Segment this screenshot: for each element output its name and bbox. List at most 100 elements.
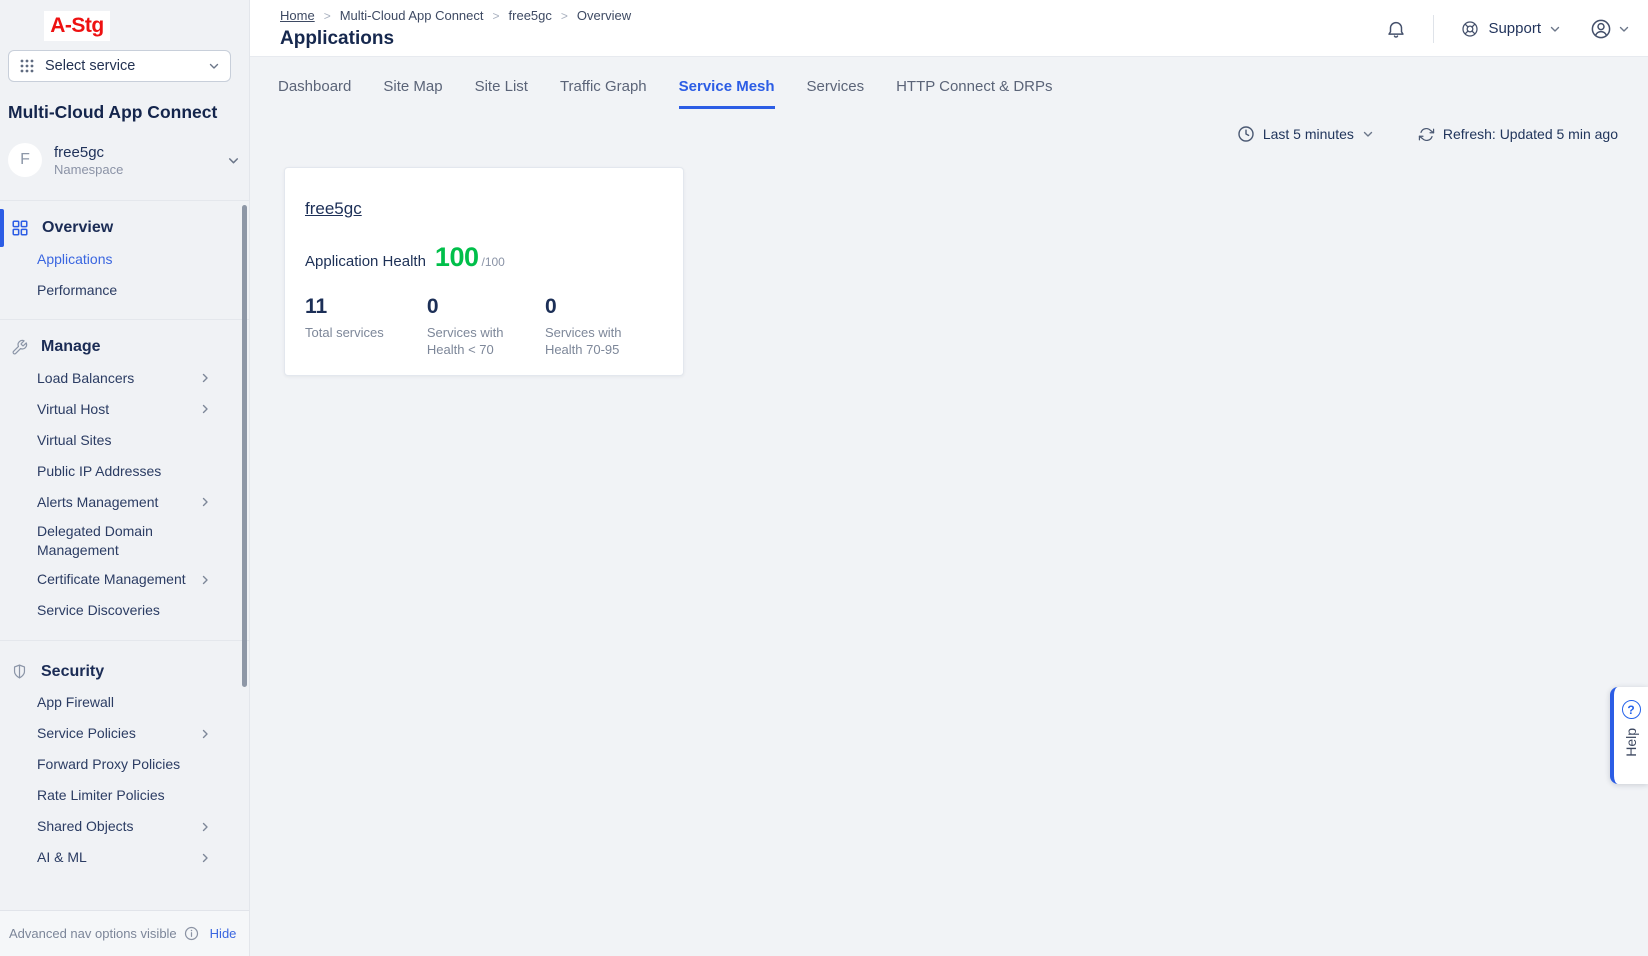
shield-icon — [11, 663, 28, 680]
top-header: Home > Multi-Cloud App Connect > free5gc… — [250, 0, 1648, 57]
time-range-dropdown[interactable]: Last 5 minutes — [1237, 125, 1374, 143]
sidebar-scrollbar[interactable] — [242, 205, 247, 687]
sidebar-item-ai-ml[interactable]: AI & ML — [0, 843, 249, 873]
brand-logo[interactable]: A-Stg — [44, 11, 110, 41]
namespace-name: free5gc — [54, 144, 215, 162]
chevron-right-icon — [199, 496, 211, 508]
tab-site-map[interactable]: Site Map — [383, 78, 442, 109]
wrench-icon — [11, 339, 28, 356]
support-lifebuoy-icon — [1460, 19, 1480, 39]
sidebar-item-certificate-management[interactable]: Certificate Management — [0, 565, 249, 595]
nav-section-manage: Manage Load Balancers Virtual Host Virtu… — [0, 319, 249, 640]
tab-traffic-graph[interactable]: Traffic Graph — [560, 78, 647, 109]
tab-site-list[interactable]: Site List — [475, 78, 528, 109]
chevron-right-icon — [199, 852, 211, 864]
tab-service-mesh[interactable]: Service Mesh — [679, 78, 775, 109]
nav-section-overview: Overview Applications Performance — [0, 201, 249, 319]
hide-advanced-nav-link[interactable]: Hide — [210, 926, 237, 941]
user-account-menu[interactable] — [1589, 17, 1630, 41]
breadcrumb-separator: > — [493, 9, 500, 23]
sidebar-item-service-discoveries[interactable]: Service Discoveries — [0, 596, 249, 626]
breadcrumb-home[interactable]: Home — [280, 8, 315, 23]
nav-heading-label: Overview — [42, 219, 113, 237]
sidebar-item-virtual-sites[interactable]: Virtual Sites — [0, 425, 249, 455]
tab-dashboard[interactable]: Dashboard — [278, 78, 351, 109]
refresh-icon — [1418, 126, 1435, 143]
sidebar-item-public-ip-addresses[interactable]: Public IP Addresses — [0, 456, 249, 486]
view-controls: Last 5 minutes Refresh: Updated 5 min ag… — [250, 125, 1648, 143]
user-avatar-icon — [1589, 17, 1613, 41]
chevron-down-icon — [208, 60, 220, 72]
help-panel-tab[interactable]: ? Help — [1610, 687, 1648, 784]
chevron-down-icon — [1549, 23, 1561, 35]
application-health-denominator: /100 — [481, 255, 504, 269]
application-health-value: 100 — [435, 242, 479, 273]
nav-heading-security[interactable]: Security — [0, 657, 249, 687]
product-title: Multi-Cloud App Connect — [8, 102, 217, 123]
chevron-right-icon — [199, 821, 211, 833]
notifications-bell-icon[interactable] — [1385, 18, 1407, 40]
application-health-label: Application Health — [305, 253, 426, 270]
namespace-avatar: F — [8, 143, 42, 177]
sidebar-item-virtual-host[interactable]: Virtual Host — [0, 394, 249, 424]
refresh-button[interactable]: Refresh: Updated 5 min ago — [1418, 126, 1618, 143]
help-question-icon: ? — [1622, 700, 1641, 719]
nav-heading-manage[interactable]: Manage — [0, 332, 249, 362]
namespace-selector[interactable]: F free5gc Namespace — [8, 138, 240, 182]
stat-total-services: 11 Total services — [305, 295, 427, 358]
advanced-nav-label: Advanced nav options visible — [9, 926, 177, 941]
application-health-card: free5gc Application Health 100 /100 11 T… — [284, 167, 684, 376]
chevron-down-icon — [1618, 23, 1630, 35]
sidebar-item-applications[interactable]: Applications — [0, 244, 249, 274]
stat-services-health-70-95: 0 Services with Health 70-95 — [545, 295, 663, 358]
sidebar-footer: Advanced nav options visible Hide — [0, 910, 249, 956]
sidebar-item-performance[interactable]: Performance — [0, 275, 249, 305]
breadcrumb-free5gc[interactable]: free5gc — [509, 8, 552, 23]
breadcrumb-overview: Overview — [577, 8, 631, 23]
sidebar-item-service-policies[interactable]: Service Policies — [0, 719, 249, 749]
header-divider — [1433, 15, 1434, 43]
chevron-down-icon — [227, 154, 240, 167]
support-label: Support — [1488, 20, 1541, 37]
nav-heading-label: Manage — [41, 338, 101, 356]
nav-heading-label: Security — [41, 663, 104, 681]
breadcrumb-separator: > — [561, 9, 568, 23]
apps-grid-icon — [19, 58, 35, 74]
chevron-right-icon — [199, 403, 211, 415]
nav-heading-overview[interactable]: Overview — [0, 213, 249, 243]
tab-bar: Dashboard Site Map Site List Traffic Gra… — [250, 57, 1648, 109]
refresh-status-label: Refresh: Updated 5 min ago — [1443, 126, 1618, 142]
sidebar-item-load-balancers[interactable]: Load Balancers — [0, 363, 249, 393]
chevron-down-icon — [1362, 128, 1374, 140]
namespace-type-label: Namespace — [54, 162, 215, 177]
chevron-right-icon — [199, 574, 211, 586]
breadcrumb-multi-cloud-app-connect[interactable]: Multi-Cloud App Connect — [340, 8, 484, 23]
sidebar-item-shared-objects[interactable]: Shared Objects — [0, 812, 249, 842]
sidebar-item-delegated-domain-management[interactable]: Delegated Domain Management — [0, 518, 249, 564]
info-icon — [184, 926, 199, 941]
breadcrumb-separator: > — [324, 9, 331, 23]
support-menu[interactable]: Support — [1460, 19, 1561, 39]
nav-section-security: Security App Firewall Service Policies F… — [0, 640, 249, 887]
application-name-link[interactable]: free5gc — [305, 199, 362, 219]
chevron-right-icon — [199, 372, 211, 384]
tab-http-connect-drps[interactable]: HTTP Connect & DRPs — [896, 78, 1052, 109]
stat-services-health-below-70: 0 Services with Health < 70 — [427, 295, 545, 358]
sidebar-item-forward-proxy-policies[interactable]: Forward Proxy Policies — [0, 750, 249, 780]
chevron-right-icon — [199, 728, 211, 740]
sidebar-item-alerts-management[interactable]: Alerts Management — [0, 487, 249, 517]
header-actions: Support — [1385, 0, 1630, 57]
sidebar: A-Stg Select service Multi-Cloud App Con… — [0, 0, 250, 956]
grid-icon — [11, 219, 29, 237]
clock-icon — [1237, 125, 1255, 143]
service-selector-label: Select service — [45, 58, 198, 74]
tab-services[interactable]: Services — [807, 78, 865, 109]
sidebar-item-app-firewall[interactable]: App Firewall — [0, 688, 249, 718]
help-label: Help — [1623, 728, 1639, 757]
main-area: Home > Multi-Cloud App Connect > free5gc… — [250, 0, 1648, 956]
sidebar-nav: Overview Applications Performance Manage… — [0, 200, 249, 887]
sidebar-item-rate-limiter-policies[interactable]: Rate Limiter Policies — [0, 781, 249, 811]
brand-logo-text: A-Stg — [50, 14, 104, 38]
time-range-label: Last 5 minutes — [1263, 126, 1354, 142]
service-selector-dropdown[interactable]: Select service — [8, 50, 231, 82]
